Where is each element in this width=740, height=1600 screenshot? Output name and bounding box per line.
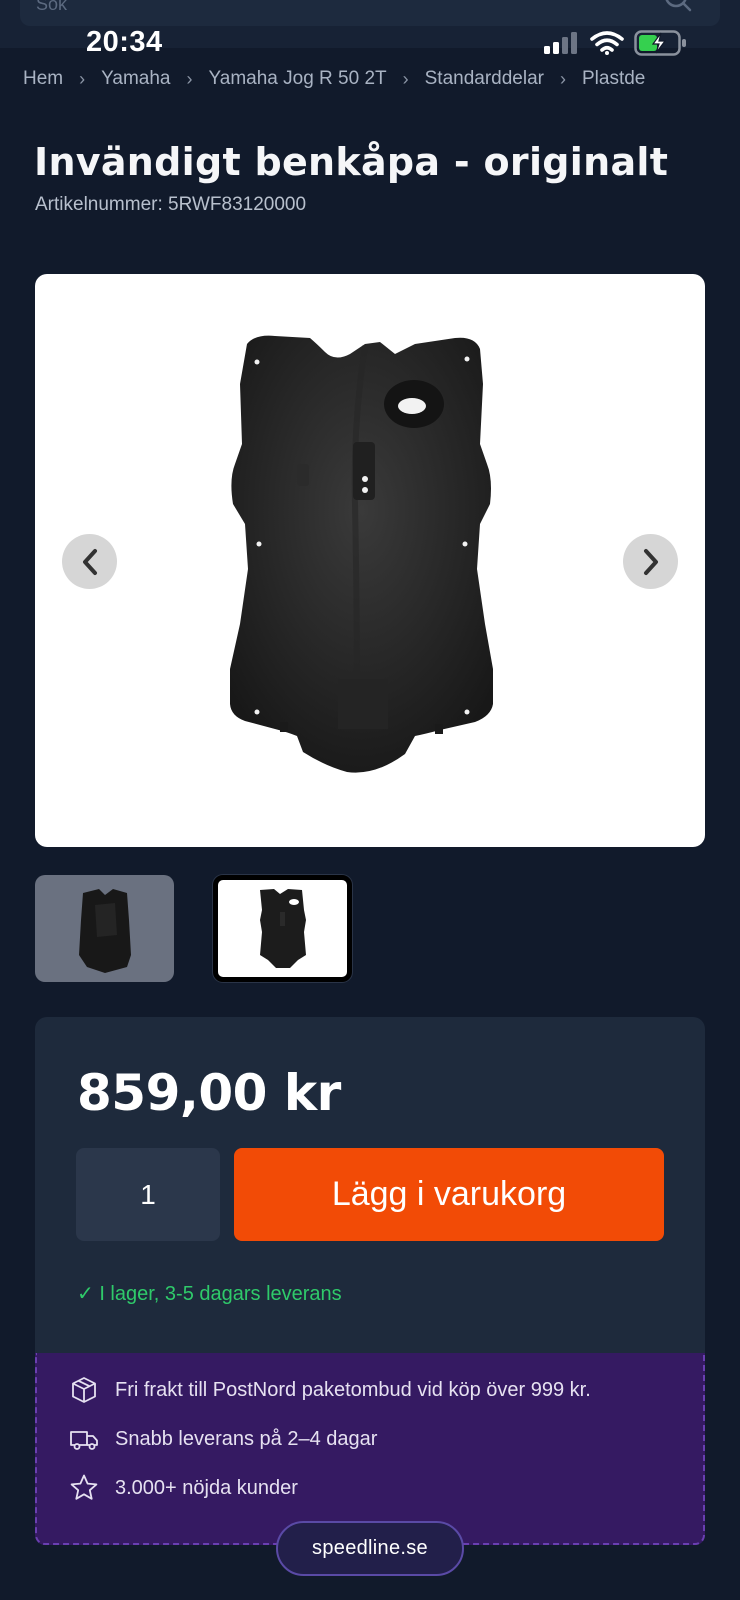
benefit-text: Snabb leverans på 2–4 dagar (115, 1427, 378, 1450)
chevron-right-icon: › (79, 68, 86, 89)
benefits-box: Fri frakt till PostNord paketombud vid k… (35, 1353, 705, 1545)
battery-charging-icon (634, 30, 686, 56)
breadcrumb-subcategory[interactable]: Plastde (582, 68, 645, 90)
breadcrumb-home[interactable]: Hem (23, 68, 63, 90)
chevron-left-icon (82, 548, 97, 575)
page-title: Invändigt benkåpa - originalt (34, 140, 669, 184)
status-icons (544, 30, 688, 56)
thumbnail-product-image (79, 889, 131, 973)
benefit-happy-customers: 3.000+ nöjda kunder (69, 1473, 298, 1503)
thumbnail-1[interactable] (35, 875, 174, 982)
cellular-signal-icon (544, 32, 577, 54)
purchase-card: 859,00 kr 1 Lägg i varukorg ✓ I lager, 3… (35, 1017, 705, 1354)
wifi-icon (590, 31, 624, 55)
thumbnail-product-image (260, 889, 306, 968)
star-icon (70, 1474, 98, 1500)
thumbnail-2-selected[interactable] (213, 875, 352, 982)
breadcrumb: Hem › Yamaha › Yamaha Jog R 50 2T › Stan… (23, 64, 740, 94)
breadcrumb-brand[interactable]: Yamaha (101, 68, 170, 90)
gallery-prev-button[interactable] (62, 534, 117, 589)
truck-icon (70, 1431, 98, 1450)
chevron-right-icon (643, 548, 658, 575)
breadcrumb-model[interactable]: Yamaha Jog R 50 2T (208, 68, 386, 90)
add-to-cart-button[interactable]: Lägg i varukorg (234, 1148, 664, 1241)
product-price: 859,00 kr (77, 1064, 341, 1122)
chevron-right-icon: › (560, 68, 566, 89)
gallery-next-button[interactable] (623, 534, 678, 589)
benefit-text: 3.000+ nöjda kunder (115, 1476, 298, 1499)
article-number: Artikelnummer: 5RWF83120000 (35, 194, 307, 215)
product-image (230, 335, 493, 773)
quantity-input[interactable]: 1 (76, 1148, 220, 1241)
chevron-right-icon: › (402, 68, 409, 89)
search-icon[interactable] (664, 0, 692, 12)
product-image-gallery (35, 274, 705, 847)
search-input[interactable] (20, 0, 720, 26)
box-icon (72, 1377, 96, 1403)
breadcrumb-category[interactable]: Standarddelar (425, 68, 544, 90)
benefit-fast-delivery: Snabb leverans på 2–4 dagar (69, 1424, 377, 1454)
benefit-free-shipping: Fri frakt till PostNord paketombud vid k… (69, 1375, 591, 1405)
site-domain-pill[interactable]: speedline.se (276, 1521, 464, 1576)
benefit-text: Fri frakt till PostNord paketombud vid k… (115, 1378, 591, 1401)
chevron-right-icon: › (186, 68, 193, 89)
stock-status: ✓ I lager, 3-5 dagars leverans (77, 1283, 342, 1305)
search-placeholder: Sök (36, 0, 68, 14)
status-time: 20:34 (86, 26, 163, 58)
